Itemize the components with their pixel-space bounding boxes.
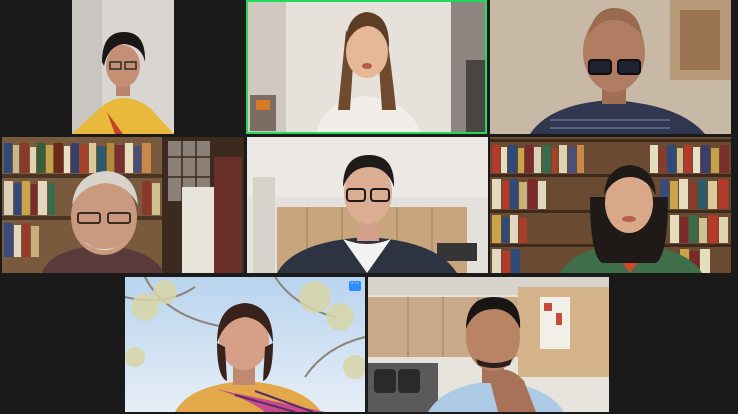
participant-video-p8 <box>368 277 609 412</box>
participant-video-p3 <box>490 0 731 134</box>
participant-video-p1 <box>72 0 174 134</box>
participant-video-p7 <box>125 277 365 412</box>
video-tile-p3[interactable] <box>490 0 731 134</box>
video-tile-p5[interactable] <box>247 137 488 273</box>
video-tile-p8[interactable] <box>368 277 609 412</box>
participant-video-p4 <box>2 137 244 273</box>
participant-video-p2 <box>246 0 487 134</box>
video-tile-p1[interactable] <box>72 0 174 134</box>
participant-video-p6 <box>490 137 731 273</box>
participant-video-p5 <box>247 137 488 273</box>
video-tile-p4[interactable] <box>2 137 244 273</box>
video-tile-p7[interactable]: ··· <box>125 277 365 412</box>
video-tile-p6[interactable] <box>490 137 731 273</box>
more-options-button[interactable]: ··· <box>349 279 361 291</box>
video-tile-p2[interactable] <box>246 0 487 134</box>
more-options-icon: ··· <box>350 279 360 289</box>
